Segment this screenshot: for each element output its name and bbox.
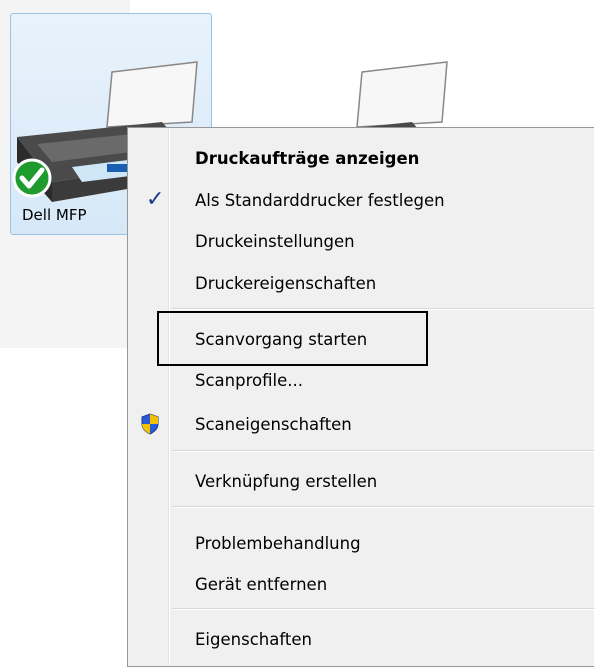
check-badge-icon [12,158,52,202]
menu-item-scan-profiles[interactable]: Scanprofile... [128,363,594,399]
menu-item-properties[interactable]: Eigenschaften [128,622,594,658]
menu-item-scan-properties[interactable]: Scaneigenschaften [128,407,594,443]
context-menu: Druckaufträge anzeigen ✓ Als Standarddru… [127,127,594,667]
menu-item-label: Scanprofile... [195,371,303,390]
menu-item-create-shortcut[interactable]: Verknüpfung erstellen [128,464,594,500]
menu-item-label: Druckereigenschaften [195,274,377,293]
checkmark-icon: ✓ [146,187,165,212]
menu-item-label: Gerät entfernen [195,575,328,594]
menu-separator [172,450,594,452]
menu-item-troubleshoot[interactable]: Problembehandlung [128,526,594,562]
menu-item-set-default-printer[interactable]: ✓ Als Standarddrucker festlegen [128,183,594,219]
menu-item-printer-properties[interactable]: Druckereigenschaften [128,266,594,302]
menu-item-label: Druckaufträge anzeigen [195,149,420,168]
uac-shield-icon [140,413,160,439]
device-label: Dell MFP [22,206,87,224]
menu-item-label: Scaneigenschaften [195,415,352,434]
menu-item-label: Eigenschaften [195,630,312,649]
menu-item-label: Druckeinstellungen [195,232,355,251]
menu-separator [172,308,594,310]
menu-separator [172,506,594,508]
menu-item-label: Problembehandlung [195,534,361,553]
menu-item-show-print-jobs[interactable]: Druckaufträge anzeigen [128,141,594,177]
menu-item-printing-preferences[interactable]: Druckeinstellungen [128,224,594,260]
annotation-highlight-box [157,311,428,366]
menu-item-label: Verknüpfung erstellen [195,472,378,491]
menu-item-remove-device[interactable]: Gerät entfernen [128,567,594,603]
menu-separator [172,608,594,610]
menu-item-label: Als Standarddrucker festlegen [195,191,445,210]
